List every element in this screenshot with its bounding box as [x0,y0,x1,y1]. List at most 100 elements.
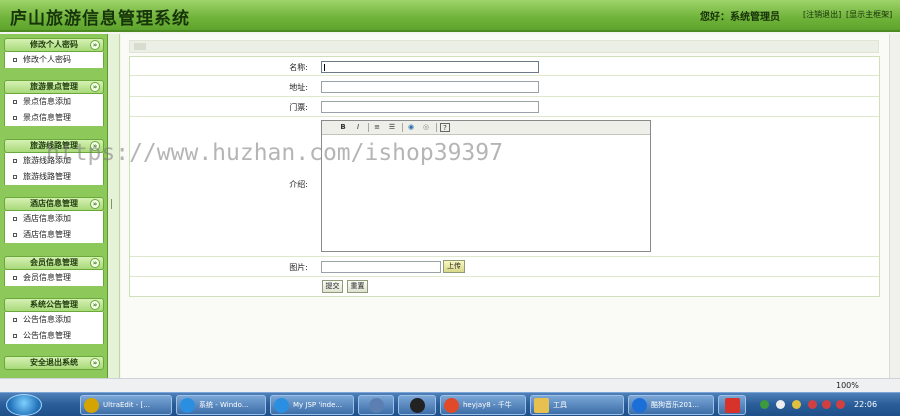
sidebar-group-scenic: 旅游景点管理» 景点信息添加 景点信息管理 [4,80,104,126]
bullet-icon [13,276,17,280]
system-tray [750,393,900,416]
tray-app-icon[interactable] [808,400,817,409]
link-button[interactable]: ◉ [406,123,416,132]
sidebar-group-header[interactable]: 系统公告管理» [4,298,104,312]
taskbar-item-kugou[interactable]: 酷狗音乐201... [628,395,714,415]
ticket-input[interactable] [321,101,539,113]
sidebar-group-notice: 系统公告管理» 公告信息添加 公告信息管理 [4,298,104,344]
form-row-image: 图片: 上传 [130,257,879,277]
tray-app-icon[interactable] [836,400,845,409]
sidebar-group-logout: 安全退出系统» [4,356,104,370]
name-label: 名称: [289,63,308,72]
reset-button[interactable]: 重置 [347,280,368,293]
editor-toolbar: B I ≡ ☰ ◉ ◎ ? [322,121,650,135]
upload-button[interactable]: 上传 [443,260,465,273]
collapse-icon[interactable]: » [90,82,100,92]
bullet-icon [13,217,17,221]
taskbar-item-ultraedit[interactable]: UltraEdit - [... [80,395,172,415]
qq-icon [410,398,425,413]
ie-icon [180,398,195,413]
sidebar-item-route-manage[interactable]: 旅游线路管理 [5,169,103,185]
bullet-icon [13,100,17,104]
kugou-icon [632,398,647,413]
sidebar-item-safe-logout[interactable]: 安全退出系统» [4,356,104,370]
italic-button[interactable]: I [353,123,363,132]
name-input[interactable] [321,61,539,73]
sidebar-item-member-manage[interactable]: 会员信息管理 [5,270,103,286]
taskbar-item-ie-system[interactable]: 系统 - Windo... [176,395,266,415]
taskbar-item-ie-jsp[interactable]: My JSP 'inde... [270,395,354,415]
sidebar-item-notice-manage[interactable]: 公告信息管理 [5,328,103,344]
bold-button[interactable]: B [338,123,348,132]
tray-app-icon[interactable] [792,400,801,409]
sidebar-group-password: 修改个人密码» 修改个人密码 [4,38,104,68]
bullet-icon [13,116,17,120]
collapse-icon[interactable]: » [90,258,100,268]
bullet-icon [13,318,17,322]
sidebar-item-hotel-manage[interactable]: 酒店信息管理 [5,227,103,243]
taskbar-item-sogou[interactable] [718,395,746,415]
collapse-icon[interactable]: » [90,40,100,50]
start-button[interactable] [6,394,42,416]
taskbar-item-qianniu[interactable]: heyjay8 - 千牛 [440,395,526,415]
bullet-icon [13,233,17,237]
bullet-icon [13,175,17,179]
address-label: 地址: [289,83,308,92]
submit-button[interactable]: 提交 [322,280,343,293]
toolbar-divider [368,123,369,132]
sidebar-item-scenic-manage[interactable]: 景点信息管理 [5,110,103,126]
add-scenic-form: 名称: 地址: 门票: 介绍: B I ≡ ☰ ◉ ◎ ? 图片: 上传 提交 … [129,56,880,297]
ultraedit-icon [84,398,99,413]
sidebar-item-hotel-add[interactable]: 酒店信息添加 [5,211,103,227]
sidebar-group-header[interactable]: 会员信息管理» [4,256,104,270]
bullet-icon [13,159,17,163]
collapse-icon[interactable]: » [90,199,100,209]
app-header: 庐山旅游信息管理系统 您好：系统管理员 [注销退出] [显示主框架] [0,0,900,32]
frame-splitter[interactable] [108,34,120,378]
image-path-input[interactable] [321,261,441,273]
tray-app-icon[interactable] [776,400,785,409]
sidebar-group-header[interactable]: 酒店信息管理» [4,197,104,211]
taskbar-item-tools-folder[interactable]: 工具 [530,395,624,415]
form-row-name: 名称: [130,57,879,76]
folder-icon [534,398,549,413]
help-button[interactable]: ? [440,123,450,132]
form-row-actions: 提交 重置 [130,277,879,296]
tray-app-icon[interactable] [822,400,831,409]
intro-label: 介绍: [289,180,308,189]
form-row-intro: 介绍: B I ≡ ☰ ◉ ◎ ? [130,117,879,257]
tray-app-icon[interactable] [760,400,769,409]
sidebar-group-header[interactable]: 修改个人密码» [4,38,104,52]
zoom-level[interactable]: 100% [836,381,859,390]
bullet-icon [13,334,17,338]
taskbar-item-qq[interactable] [398,395,436,415]
logout-link[interactable]: [注销退出] [803,9,841,20]
address-input[interactable] [321,81,539,93]
taskbar-item-network[interactable] [358,395,394,415]
sidebar-group-member: 会员信息管理» 会员信息管理 [4,256,104,286]
collapse-icon[interactable]: » [90,358,100,368]
sidebar-item-notice-add[interactable]: 公告信息添加 [5,312,103,328]
collapse-icon[interactable]: » [90,300,100,310]
form-row-ticket: 门票: [130,97,879,117]
sidebar-item-scenic-add[interactable]: 景点信息添加 [5,94,103,110]
sidebar-group-header[interactable]: 旅游景点管理» [4,80,104,94]
breadcrumb [129,40,879,53]
unordered-list-button[interactable]: ☰ [387,123,397,132]
taskbar-clock[interactable]: 22:06 [854,400,877,409]
show-desktop-icon[interactable] [46,395,76,415]
form-row-address: 地址: [130,76,879,97]
unlink-button[interactable]: ◎ [421,123,431,132]
vertical-scrollbar[interactable] [889,34,900,378]
breadcrumb-icon [134,43,146,50]
ordered-list-button[interactable]: ≡ [372,123,382,132]
qianniu-icon [444,398,459,413]
toolbar-divider [436,123,437,132]
ticket-label: 门票: [289,103,308,112]
splitter-handle-icon[interactable] [111,199,117,209]
greeting-text: 您好：系统管理员 [700,12,780,23]
show-main-frame-link[interactable]: [显示主框架] [846,9,892,20]
sidebar-item-change-password[interactable]: 修改个人密码 [5,52,103,68]
app-title: 庐山旅游信息管理系统 [10,9,190,29]
toolbar-divider [402,123,403,132]
